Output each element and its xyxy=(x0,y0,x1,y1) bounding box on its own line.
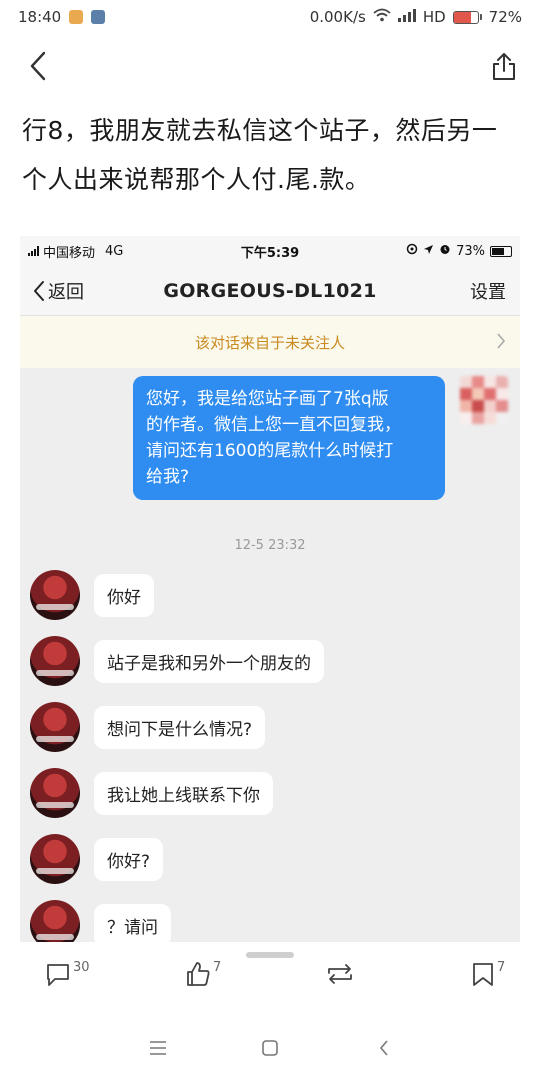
battery-percent: 72% xyxy=(488,8,522,26)
comment-button[interactable]: 30 xyxy=(44,960,90,992)
screenshot-back-button: 返回 xyxy=(32,278,84,304)
back-arrow-icon[interactable] xyxy=(20,48,56,84)
battery-icon xyxy=(452,10,482,24)
avatar xyxy=(30,768,80,818)
system-back-icon[interactable] xyxy=(370,1034,398,1062)
bookmark-icon xyxy=(470,960,496,992)
favorite-count: 7 xyxy=(497,960,506,975)
avatar xyxy=(30,834,80,884)
comment-count: 30 xyxy=(73,960,90,975)
chat-timestamp: 12-5 23:32 xyxy=(234,538,306,553)
network-speed: 0.00K/s xyxy=(309,8,366,26)
screenshot-title: GORGEOUS-DL1021 xyxy=(163,279,377,302)
post-line: 个人出来说帮那个人付.尾.款。 xyxy=(22,165,371,194)
avatar xyxy=(30,900,80,942)
home-icon[interactable] xyxy=(256,1034,284,1062)
system-nav-bar xyxy=(0,1030,540,1066)
thumbs-up-icon xyxy=(184,960,212,992)
top-nav xyxy=(0,34,540,98)
menu-icon[interactable] xyxy=(144,1034,172,1062)
screenshot-signal-icon xyxy=(28,246,39,256)
outgoing-line: 的作者。微信上您一直不回复我， xyxy=(146,415,401,435)
gallery-app-icon xyxy=(91,10,106,24)
outgoing-message: 您好，我是给您站子画了7张q版 的作者。微信上您一直不回复我， 请问还有1600… xyxy=(133,376,445,500)
post-line: 行8，我朋友就去私信这个站子，然后另一 xyxy=(22,116,498,145)
incoming-message-row: 我让她上线联系下你 xyxy=(30,768,273,818)
screenshot-notice: 该对话来自于未关注人 xyxy=(20,316,520,368)
incoming-message: 站子是我和另外一个朋友的 xyxy=(94,640,324,683)
blurred-avatar xyxy=(460,376,508,424)
incoming-message-row: 你好? xyxy=(30,834,164,884)
incoming-message-row: 你好 xyxy=(30,570,154,620)
like-count: 7 xyxy=(213,960,222,975)
hd-label: HD xyxy=(422,8,446,26)
incoming-message: 你好 xyxy=(94,574,154,617)
signal-icon xyxy=(397,8,416,26)
favorite-button[interactable]: 7 xyxy=(470,960,505,992)
share-icon[interactable] xyxy=(486,48,522,84)
screenshot-network: 4G xyxy=(105,243,124,259)
comment-icon xyxy=(44,960,72,992)
incoming-message-row: 站子是我和另外一个朋友的 xyxy=(30,636,324,686)
status-bar: 18:40 0.00K/s HD 72% xyxy=(0,0,540,34)
avatar xyxy=(30,570,80,620)
repost-button[interactable] xyxy=(324,960,356,992)
chat-screenshot-image: 中国移动 4G 下午5:39 73% 返回 GORGEOUS-DL1021 设置… xyxy=(20,236,520,942)
outgoing-line: 您好，我是给您站子画了7张q版 xyxy=(146,389,389,409)
screenshot-nav-bar: 返回 GORGEOUS-DL1021 设置 xyxy=(20,266,520,316)
incoming-message-row: ？请问 xyxy=(30,900,171,942)
screenshot-battery-icon xyxy=(490,245,512,257)
screenshot-carrier: 中国移动 xyxy=(43,245,96,261)
notification-app-icon xyxy=(69,10,84,24)
repost-icon xyxy=(324,960,356,992)
screenshot-battery-percent: 73% xyxy=(456,243,485,259)
incoming-message-row: 想问下是什么情况? xyxy=(30,702,266,752)
chevron-right-icon xyxy=(496,332,506,354)
screenshot-back-label: 返回 xyxy=(48,281,84,303)
notice-text: 该对话来自于未关注人 xyxy=(194,333,345,352)
like-button[interactable]: 7 xyxy=(184,960,221,992)
screenshot-lock-icon xyxy=(406,243,418,259)
wifi-icon xyxy=(373,8,391,26)
screenshot-location-icon xyxy=(423,244,434,259)
post-text: 行8，我朋友就去私信这个站子，然后另一 个人出来说帮那个人付.尾.款。 xyxy=(22,106,522,204)
chat-area: 您好，我是给您站子画了7张q版 的作者。微信上您一直不回复我， 请问还有1600… xyxy=(20,368,520,942)
incoming-message: ？请问 xyxy=(94,904,171,942)
incoming-message: 想问下是什么情况? xyxy=(94,706,266,749)
outgoing-line: 给我? xyxy=(146,467,190,487)
status-time: 18:40 xyxy=(18,8,62,26)
incoming-message: 我让她上线联系下你 xyxy=(94,772,273,815)
screenshot-settings-label: 设置 xyxy=(470,281,506,303)
action-bar: 30 7 7 xyxy=(0,960,540,1004)
drag-handle[interactable] xyxy=(246,952,294,958)
screenshot-status-bar: 中国移动 4G 下午5:39 73% xyxy=(20,236,520,266)
outgoing-line: 请问还有1600的尾款什么时候打 xyxy=(146,441,394,461)
avatar xyxy=(30,702,80,752)
incoming-message: 你好? xyxy=(94,838,164,881)
screenshot-alarm-icon xyxy=(439,243,451,259)
avatar xyxy=(30,636,80,686)
